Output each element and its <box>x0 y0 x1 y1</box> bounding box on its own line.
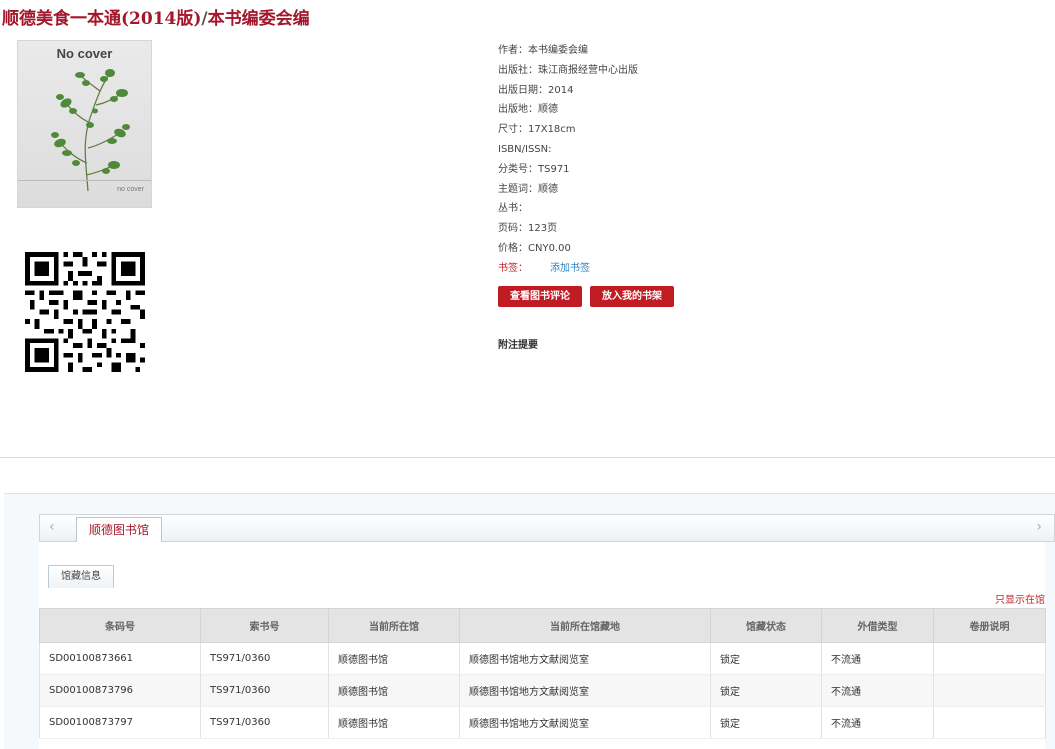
cell-volume-note <box>933 642 1046 675</box>
table-row: SD00100873796 TS971/0360 顺德图书馆 顺德图书馆地方文献… <box>39 674 1046 707</box>
cell-volume-note <box>933 674 1046 707</box>
only-show-available-link[interactable]: 只显示在馆 <box>995 591 1045 606</box>
cell-loan-type: 不流通 <box>821 642 934 675</box>
action-buttons: 查看图书评论 放入我的书架 <box>498 286 674 307</box>
cell-volume-note <box>933 706 1046 739</box>
column-header: 卷册说明 <box>933 608 1046 643</box>
cell-call-number: TS971/0360 <box>200 674 329 707</box>
meta-class-no: 分类号：TS971 <box>498 163 570 175</box>
column-header: 条码号 <box>39 608 201 643</box>
column-header: 馆藏状态 <box>710 608 822 643</box>
chevron-left-icon[interactable]: ‹ <box>49 519 55 535</box>
view-reviews-button[interactable]: 查看图书评论 <box>498 286 582 307</box>
meta-subject: 主题词：顺德 <box>498 183 558 195</box>
cover-divider <box>18 180 151 181</box>
meta-pages: 页码：123页 <box>498 223 558 235</box>
cell-call-number: TS971/0360 <box>200 706 329 739</box>
cell-barcode: SD00100873797 <box>39 706 201 739</box>
table-row: SD00100873661 TS971/0360 顺德图书馆 顺德图书馆地方文献… <box>39 642 1046 675</box>
tab-holdings-info[interactable]: 馆藏信息 <box>48 565 114 588</box>
plant-illustration <box>51 69 130 192</box>
meta-pub-place: 出版地：顺德 <box>498 104 558 116</box>
meta-bookmark: 书签： 添加书签 <box>498 259 638 279</box>
meta-isbn: ISBN/ISSN: <box>498 143 552 155</box>
meta-price: 价格：CNY0.00 <box>498 242 571 254</box>
cell-status: 锁定 <box>710 706 822 739</box>
cover-title: No cover <box>56 46 113 61</box>
column-header: 当前所在馆藏地 <box>459 608 711 643</box>
add-to-shelf-button[interactable]: 放入我的书架 <box>590 286 674 307</box>
qr-code-icon <box>25 252 145 372</box>
meta-publisher: 出版社：珠江商报经营中心出版 <box>498 64 638 76</box>
column-header: 外借类型 <box>821 608 934 643</box>
add-bookmark-link[interactable]: 添加书签 <box>550 263 590 274</box>
section-divider <box>0 457 1055 458</box>
cell-library: 顺德图书馆 <box>328 674 460 707</box>
cell-loan-type: 不流通 <box>821 706 934 739</box>
cell-location: 顺德图书馆地方文献阅览室 <box>459 706 711 739</box>
book-metadata: 作者：本书编委会编 出版社：珠江商报经营中心出版 出版日期：2014 出版地：顺… <box>498 41 638 279</box>
cell-loan-type: 不流通 <box>821 674 934 707</box>
holdings-table: 条码号 索书号 当前所在馆 当前所在馆藏地 馆藏状态 外借类型 卷册说明 SD0… <box>39 608 1046 739</box>
column-header: 当前所在馆 <box>328 608 460 643</box>
cell-location: 顺德图书馆地方文献阅览室 <box>459 674 711 707</box>
cell-library: 顺德图书馆 <box>328 642 460 675</box>
book-cover: No cover no cover <box>17 40 152 208</box>
cell-barcode: SD00100873796 <box>39 674 201 707</box>
meta-pub-date: 出版日期：2014 <box>498 84 574 96</box>
meta-author: 作者：本书编委会编 <box>498 45 588 56</box>
table-row: SD00100873797 TS971/0360 顺德图书馆 顺德图书馆地方文献… <box>39 706 1046 739</box>
cover-subtitle: no cover <box>117 186 144 193</box>
meta-size: 尺寸：17X18cm <box>498 124 576 136</box>
cell-location: 顺德图书馆地方文献阅览室 <box>459 642 711 675</box>
meta-series: 丛书： <box>498 203 528 215</box>
table-header-row: 条码号 索书号 当前所在馆 当前所在馆藏地 馆藏状态 外借类型 卷册说明 <box>39 608 1046 643</box>
library-tabbar: ‹ 顺德图书馆 › <box>39 514 1055 543</box>
page-title: 顺德美食一本通(2014版)/本书编委会编 <box>2 4 310 29</box>
chevron-right-icon[interactable]: › <box>1036 519 1042 535</box>
cell-status: 锁定 <box>710 674 822 707</box>
cell-library: 顺德图书馆 <box>328 706 460 739</box>
holdings-panel: 馆藏信息 只显示在馆 条码号 索书号 当前所在馆 当前所在馆藏地 馆藏状态 外借… <box>39 542 1046 749</box>
tab-shunde-library[interactable]: 顺德图书馆 <box>76 517 163 543</box>
book-title: 顺德美食一本通(2014版) <box>2 9 202 29</box>
cell-call-number: TS971/0360 <box>200 642 329 675</box>
cell-barcode: SD00100873661 <box>39 642 201 675</box>
cell-status: 锁定 <box>710 642 822 675</box>
notes-heading: 附注提要 <box>498 340 538 351</box>
bookmark-label: 书签： <box>498 262 528 274</box>
column-header: 索书号 <box>200 608 329 643</box>
holdings-section: ‹ 顺德图书馆 › 馆藏信息 只显示在馆 条码号 索书号 当前所在馆 当前所在馆… <box>4 493 1055 749</box>
book-editor: 本书编委会编 <box>207 9 310 29</box>
